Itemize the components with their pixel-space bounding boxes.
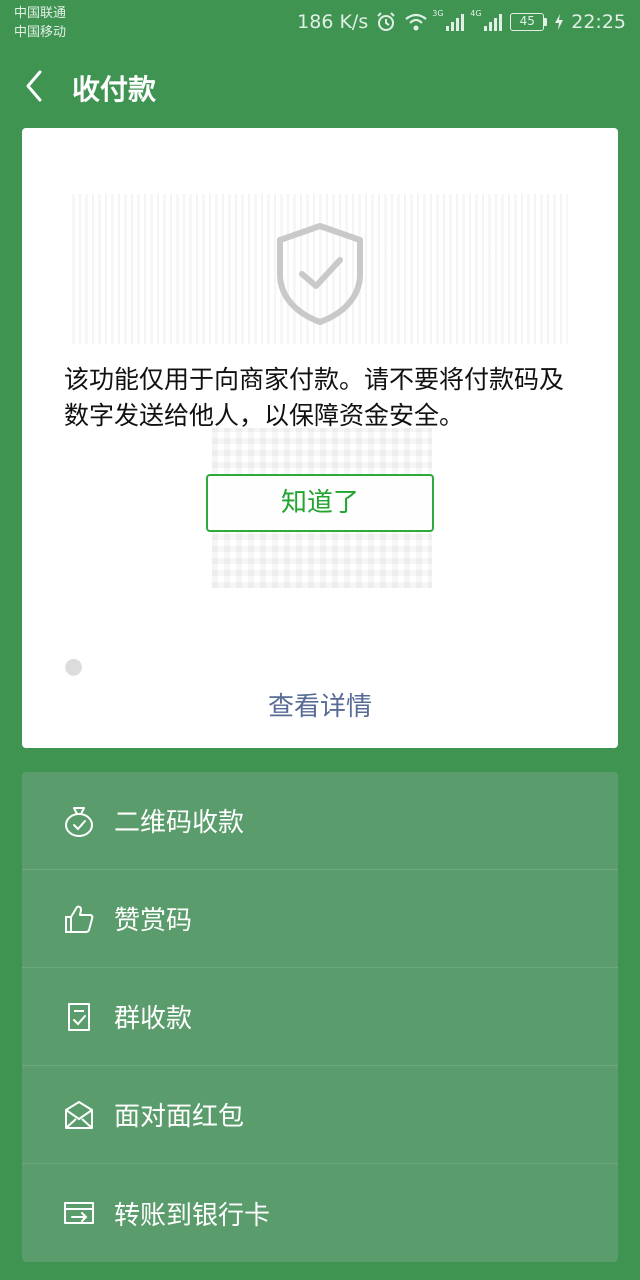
- network-speed: 186 K/s: [297, 11, 369, 33]
- carrier-2: 中国移动: [14, 25, 67, 40]
- status-icons: 186 K/s 3G 4G 45 22:25: [297, 8, 626, 36]
- menu-item-qr-collect[interactable]: 二维码收款: [22, 772, 618, 870]
- menu-item-label: 赞赏码: [114, 906, 193, 936]
- menu-item-label: 二维码收款: [114, 808, 245, 838]
- signal-3g-icon: 3G: [432, 9, 465, 31]
- menu-item-label: 转账到银行卡: [114, 1200, 271, 1231]
- menu-item-transfer-to-bank[interactable]: 转账到银行卡: [22, 1164, 618, 1262]
- wifi-icon: [405, 13, 427, 31]
- menu-item-group-collect[interactable]: 群收款: [22, 968, 618, 1066]
- chevron-left-icon: [26, 70, 42, 102]
- status-bar: 中国联通 中国移动 186 K/s 3G 4G 45 22:25: [0, 0, 640, 44]
- money-bag-icon: [65, 806, 93, 837]
- thumbs-up-icon: [65, 905, 94, 933]
- battery-icon: 45: [510, 13, 548, 31]
- charging-icon: [555, 14, 564, 30]
- clipboard-check-icon: [68, 1002, 90, 1031]
- shield-check-icon: [277, 223, 363, 325]
- menu-item-face-to-face-red-packet[interactable]: 面对面红包: [22, 1066, 618, 1164]
- battery-level: 45: [510, 13, 545, 31]
- header: 收付款: [0, 56, 640, 116]
- got-it-button[interactable]: 知道了: [206, 474, 434, 532]
- bank-card-transfer-icon: [64, 1202, 94, 1224]
- signal-4g-icon: 4G: [470, 9, 503, 31]
- carrier-info: 中国联通 中国移动: [14, 4, 66, 42]
- clock: 22:25: [571, 11, 626, 33]
- menu-item-label: 面对面红包: [114, 1102, 245, 1132]
- menu-item-appreciation-code[interactable]: 赞赏码: [22, 870, 618, 968]
- payment-method-row: ●: [64, 654, 84, 679]
- payment-options-menu: 二维码收款 赞赏码 群收款 面对面红包 转账到银行卡: [22, 772, 618, 1262]
- payment-code-card: 该功能仅用于向商家付款。请不要将付款码及数字发送给他人，以保障资金安全。 知道了…: [22, 128, 618, 748]
- security-notice: 该功能仅用于向商家付款。请不要将付款码及数字发送给他人，以保障资金安全。: [64, 365, 565, 430]
- carrier-1: 中国联通: [14, 6, 67, 21]
- view-details-link[interactable]: 查看详情: [22, 686, 618, 723]
- back-button[interactable]: [18, 66, 54, 106]
- envelope-icon: [65, 1100, 93, 1129]
- page-title: 收付款: [72, 73, 157, 106]
- alarm-icon: [377, 12, 395, 31]
- menu-item-label: 群收款: [114, 1004, 193, 1034]
